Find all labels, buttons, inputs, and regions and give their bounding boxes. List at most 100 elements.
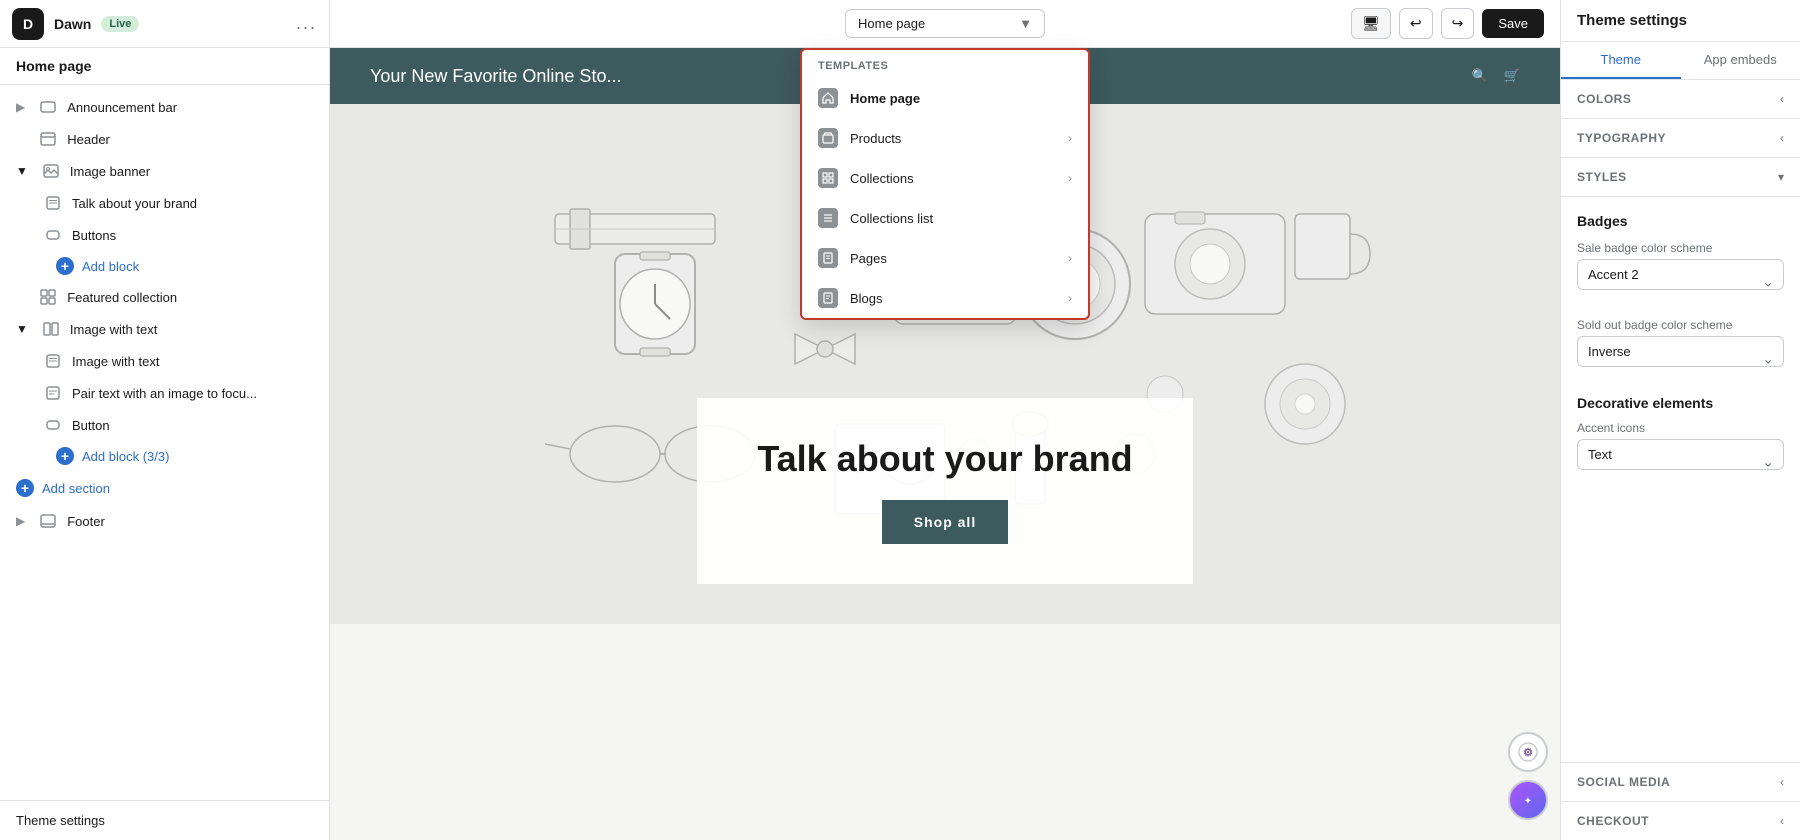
sidebar-item-talk-about-brand[interactable]: Talk about your brand: [0, 187, 329, 219]
dropdown-item-collections[interactable]: Collections ›: [802, 158, 1088, 198]
button-block-icon-2: [44, 417, 62, 433]
sidebar-item-image-with-text[interactable]: ▼ Image with text: [0, 313, 329, 345]
sidebar-item-button-block[interactable]: Button: [0, 409, 329, 441]
theme-settings-title: Theme settings: [1561, 0, 1800, 42]
products-icon: [818, 128, 838, 148]
featured-collection-icon: [39, 289, 57, 305]
chevron-right-icon: ▶: [16, 514, 25, 528]
sale-badge-select-wrapper: Accent 2 Accent 1 Background 1 Backgroun…: [1577, 259, 1784, 304]
styles-section[interactable]: STYLES ▾: [1561, 158, 1800, 197]
collections-label: Collections: [850, 171, 914, 186]
main-toolbar: Home page ▼ 🖥 ↩ ↪ Save: [330, 0, 1560, 48]
image-banner-label: Image banner: [70, 164, 150, 179]
svg-text:✦: ✦: [1524, 796, 1532, 807]
sold-out-badge-select-wrapper: Inverse Default Accent 1 Accent 2: [1577, 336, 1784, 381]
add-section-button[interactable]: + Add section: [0, 471, 329, 505]
add-block-3-label: Add block (3/3): [82, 449, 169, 464]
social-media-label: SOCIAL MEDIA: [1577, 775, 1670, 789]
hero-shop-button[interactable]: Shop all: [882, 500, 1008, 544]
sidebar-item-header[interactable]: ▶ Header: [0, 123, 329, 155]
store-name: Dawn: [54, 16, 91, 32]
sidebar-items-list: ▶ Announcement bar ▶ Header ▼ Image bann…: [0, 85, 329, 800]
products-label: Products: [850, 131, 901, 146]
badges-title: Badges: [1577, 213, 1784, 229]
image-with-text-block-label: Image with text: [72, 354, 159, 369]
hero-text-overlay: Talk about your brand Shop all: [697, 398, 1192, 584]
checkout-label: CHECKOUT: [1577, 814, 1649, 828]
sidebar-item-featured-collection[interactable]: ▶ Featured collection: [0, 281, 329, 313]
dropdown-item-home-page[interactable]: Home page: [802, 78, 1088, 118]
search-icon: 🔍: [1472, 68, 1488, 84]
add-block-button[interactable]: + Add block: [0, 251, 329, 281]
sidebar-item-buttons[interactable]: Buttons: [0, 219, 329, 251]
help-button-1[interactable]: ⚙: [1508, 732, 1548, 772]
social-media-section[interactable]: SOCIAL MEDIA ‹: [1561, 762, 1800, 801]
layout-icon: [42, 321, 60, 337]
collections-list-icon: [818, 208, 838, 228]
sidebar-item-image-banner[interactable]: ▼ Image banner: [0, 155, 329, 187]
dropdown-item-blogs[interactable]: Blogs ›: [802, 278, 1088, 318]
text-block-icon-2: [44, 353, 62, 369]
add-section-icon: +: [16, 479, 34, 497]
decorative-elements-title: Decorative elements: [1577, 395, 1784, 411]
button-block-label: Button: [72, 418, 110, 433]
chevron-down-icon: ▼: [16, 164, 28, 178]
help-button-2[interactable]: ✦: [1508, 780, 1548, 820]
add-block-3-button[interactable]: + Add block (3/3): [0, 441, 329, 471]
sidebar-item-announcement-bar[interactable]: ▶ Announcement bar: [0, 91, 329, 123]
desktop-view-button[interactable]: 🖥: [1351, 8, 1391, 39]
home-page-label: Home page: [850, 91, 920, 106]
main-area: Home page ▼ 🖥 ↩ ↪ Save TEMPLATES Home pa…: [330, 0, 1560, 840]
dropdown-item-products[interactable]: Products ›: [802, 118, 1088, 158]
pages-label: Pages: [850, 251, 887, 266]
sale-badge-label: Sale badge color scheme: [1577, 241, 1784, 255]
save-button[interactable]: Save: [1482, 9, 1544, 38]
featured-collection-label: Featured collection: [67, 290, 177, 305]
page-title-bar: Home page: [0, 48, 329, 85]
add-icon-2: +: [56, 447, 74, 465]
theme-settings-link[interactable]: Theme settings: [0, 800, 329, 840]
colors-chevron: ‹: [1780, 92, 1784, 106]
add-block-label: Add block: [82, 259, 139, 274]
undo-button[interactable]: ↩: [1399, 8, 1433, 39]
talk-about-brand-label: Talk about your brand: [72, 196, 197, 211]
sold-out-badge-label: Sold out badge color scheme: [1577, 318, 1784, 332]
social-media-chevron: ‹: [1780, 775, 1784, 789]
more-options-button[interactable]: ...: [296, 13, 317, 34]
accent-icons-select[interactable]: Text None Icon: [1577, 439, 1784, 470]
home-icon: [818, 88, 838, 108]
image-banner-icon: [42, 163, 60, 179]
hero-title: Talk about your brand: [757, 438, 1132, 480]
left-sidebar: D Dawn Live ... Home page ▶ Announcement…: [0, 0, 330, 840]
blogs-icon: [818, 288, 838, 308]
accent-icons-label: Accent icons: [1577, 421, 1784, 435]
checkout-section[interactable]: CHECKOUT ‹: [1561, 801, 1800, 840]
dropdown-item-pages[interactable]: Pages ›: [802, 238, 1088, 278]
sidebar-item-image-with-text-block[interactable]: Image with text: [0, 345, 329, 377]
text-block-icon: [44, 195, 62, 211]
collections-list-label: Collections list: [850, 211, 933, 226]
blogs-label: Blogs: [850, 291, 883, 306]
redo-button[interactable]: ↪: [1441, 8, 1475, 39]
sidebar-item-pair-text[interactable]: Pair text with an image to focu...: [0, 377, 329, 409]
dropdown-item-collections-list[interactable]: Collections list: [802, 198, 1088, 238]
accent-icons-select-wrapper: Text None Icon: [1577, 439, 1784, 484]
sold-out-badge-select[interactable]: Inverse Default Accent 1 Accent 2: [1577, 336, 1784, 367]
colors-section[interactable]: COLORS ‹: [1561, 80, 1800, 119]
add-section-label: Add section: [42, 481, 110, 496]
right-sidebar: Theme settings Theme App embeds COLORS ‹…: [1560, 0, 1800, 840]
pair-text-label: Pair text with an image to focu...: [72, 386, 257, 401]
sale-badge-select[interactable]: Accent 2 Accent 1 Background 1 Backgroun…: [1577, 259, 1784, 290]
sidebar-item-footer[interactable]: ▶ Footer: [0, 505, 329, 537]
page-selector[interactable]: Home page ▼: [845, 9, 1045, 38]
templates-section-header: TEMPLATES: [802, 50, 1088, 78]
footer-icon: [39, 513, 57, 529]
chevron-right-icon: ›: [1068, 131, 1072, 145]
page-selector-label: Home page: [858, 16, 925, 31]
footer-label: Footer: [67, 514, 105, 529]
button-block-icon: [44, 227, 62, 243]
typography-section[interactable]: TYPOGRAPHY ‹: [1561, 119, 1800, 158]
templates-dropdown: TEMPLATES Home page Products › Collectio…: [800, 48, 1090, 320]
tab-theme[interactable]: Theme: [1561, 42, 1681, 79]
tab-app-embeds[interactable]: App embeds: [1681, 42, 1800, 79]
